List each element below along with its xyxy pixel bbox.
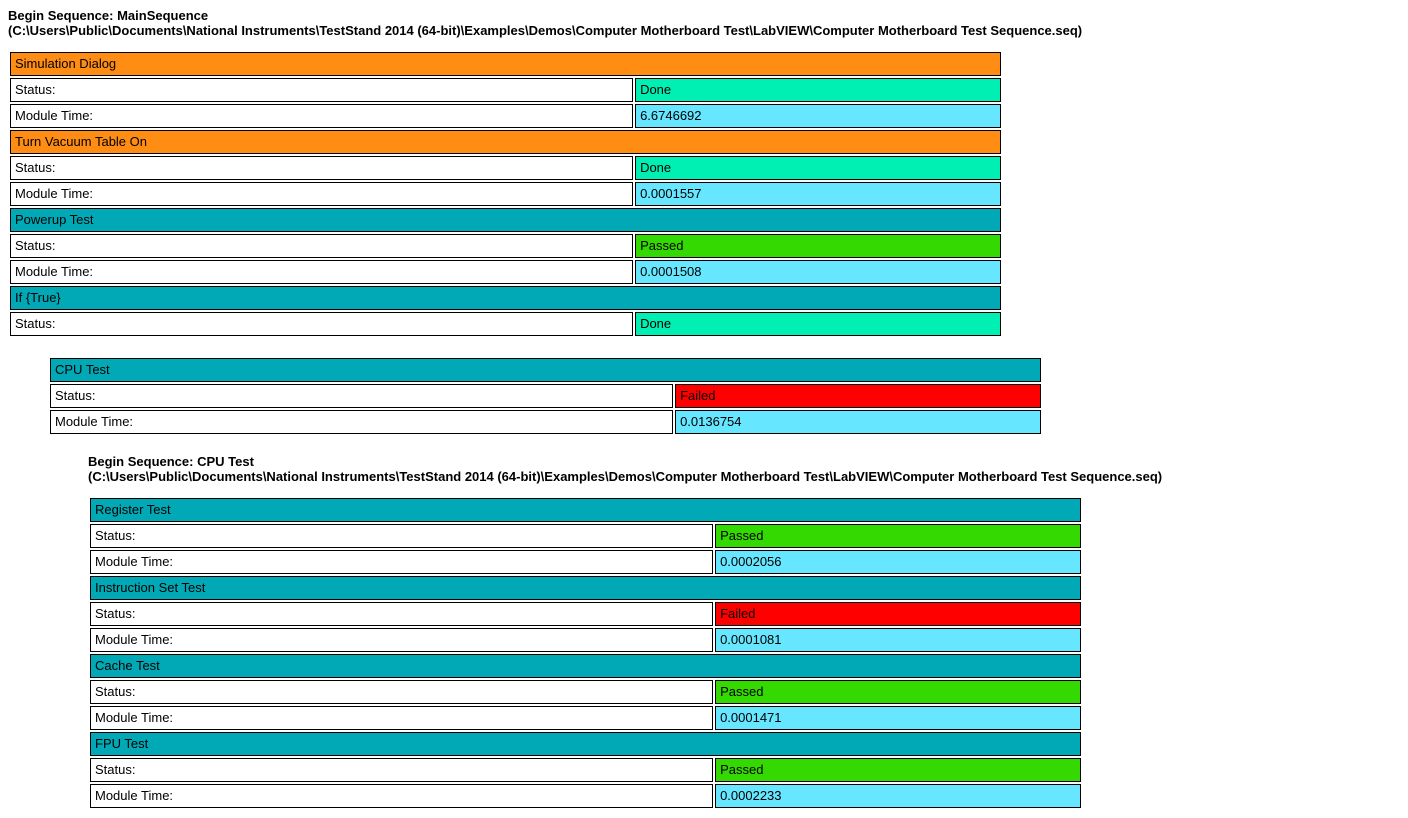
status-value-cell: Passed [715,524,1081,548]
status-value-cell: Done [635,78,1001,102]
status-label-cell: Status: [10,78,633,102]
moduletime-value-cell: 6.6746692 [635,104,1001,128]
status-label-cell: Status: [90,602,713,626]
moduletime-value-cell: 0.0136754 [675,410,1041,434]
sequence-main-header: Begin Sequence: MainSequence (C:\Users\P… [8,8,1400,38]
status-label-cell: Status: [90,680,713,704]
step-name-cell: If {True} [10,286,1001,310]
status-value-cell: Done [635,312,1001,336]
status-value-cell: Done [635,156,1001,180]
moduletime-label-cell: Module Time: [90,706,713,730]
step-name-cell: Powerup Test [10,208,1001,232]
moduletime-value-cell: 0.0002233 [715,784,1081,808]
sequence-path: (C:\Users\Public\Documents\National Inst… [8,23,1082,38]
step-name-cell: CPU Test [50,358,1041,382]
sequence-title: Begin Sequence: CPU Test [88,454,254,469]
status-label-cell: Status: [90,758,713,782]
status-value-cell: Failed [715,602,1081,626]
report-table-main: Simulation DialogStatus:DoneModule Time:… [8,50,1003,338]
step-name-cell: Instruction Set Test [90,576,1081,600]
moduletime-label-cell: Module Time: [10,182,633,206]
moduletime-label-cell: Module Time: [50,410,673,434]
moduletime-label-cell: Module Time: [90,628,713,652]
sequence-title: Begin Sequence: MainSequence [8,8,208,23]
moduletime-label-cell: Module Time: [10,104,633,128]
status-value-cell: Failed [675,384,1041,408]
status-label-cell: Status: [10,156,633,180]
step-name-cell: FPU Test [90,732,1081,756]
moduletime-label-cell: Module Time: [90,550,713,574]
report-table-main-indent: CPU TestStatus:FailedModule Time:0.01367… [48,356,1043,436]
step-name-cell: Turn Vacuum Table On [10,130,1001,154]
moduletime-value-cell: 0.0001081 [715,628,1081,652]
status-value-cell: Passed [715,680,1081,704]
status-value-cell: Passed [635,234,1001,258]
status-label-cell: Status: [90,524,713,548]
moduletime-value-cell: 0.0002056 [715,550,1081,574]
step-name-cell: Register Test [90,498,1081,522]
moduletime-value-cell: 0.0001557 [635,182,1001,206]
sequence-path: (C:\Users\Public\Documents\National Inst… [88,469,1162,484]
status-label-cell: Status: [10,234,633,258]
status-label-cell: Status: [10,312,633,336]
status-value-cell: Passed [715,758,1081,782]
moduletime-value-cell: 0.0001471 [715,706,1081,730]
moduletime-label-cell: Module Time: [90,784,713,808]
sequence-cpu-header: Begin Sequence: CPU Test (C:\Users\Publi… [8,454,1400,484]
status-label-cell: Status: [50,384,673,408]
step-name-cell: Cache Test [90,654,1081,678]
step-name-cell: Simulation Dialog [10,52,1001,76]
moduletime-label-cell: Module Time: [10,260,633,284]
moduletime-value-cell: 0.0001508 [635,260,1001,284]
report-table-cpu: Register TestStatus:PassedModule Time:0.… [88,496,1083,810]
